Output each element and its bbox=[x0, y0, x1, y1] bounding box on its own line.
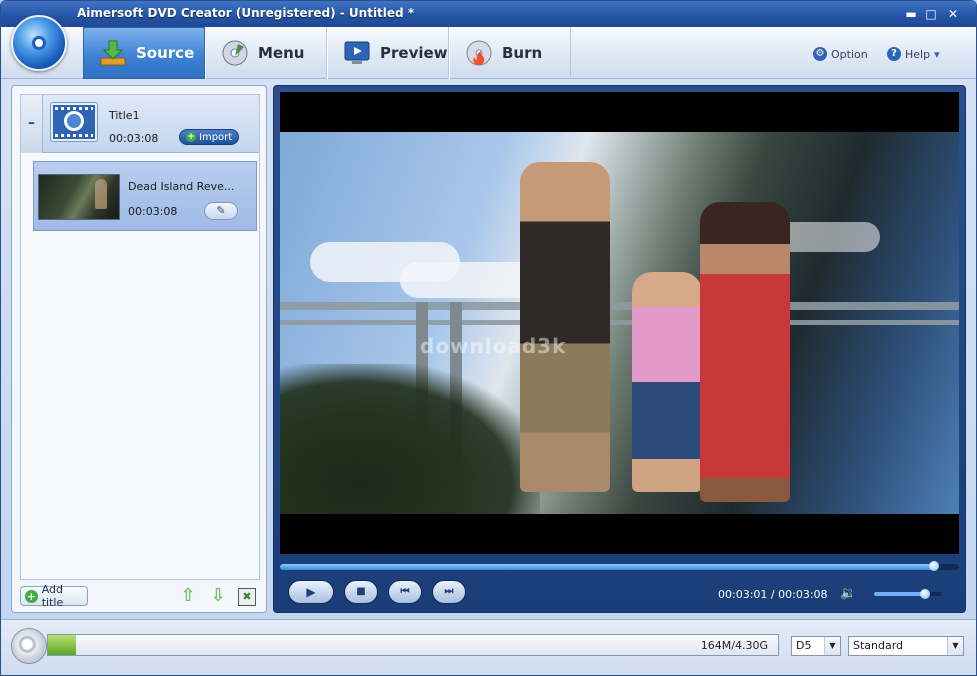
total-time: 00:03:08 bbox=[778, 588, 828, 601]
capacity-fill bbox=[48, 635, 76, 655]
edit-button[interactable]: ✎ bbox=[204, 202, 238, 220]
title-list[interactable]: – Title1 00:03:08 + Import Dead Island R… bbox=[20, 94, 260, 580]
monitor-play-icon bbox=[342, 38, 372, 68]
pencil-icon: ✎ bbox=[216, 204, 226, 217]
clip-duration: 00:03:08 bbox=[128, 205, 178, 218]
film-reel-icon bbox=[51, 103, 97, 141]
app-logo-disc-icon[interactable] bbox=[11, 15, 67, 71]
tab-source-label: Source bbox=[136, 44, 195, 62]
title-row[interactable]: – Title1 00:03:08 + Import bbox=[21, 95, 259, 153]
title-duration: 00:03:08 bbox=[109, 132, 159, 145]
option-link[interactable]: ⚙ Option bbox=[813, 47, 868, 61]
plus-icon: + bbox=[186, 132, 196, 142]
watermark-text: download3k bbox=[420, 334, 567, 358]
tab-menu[interactable]: Menu bbox=[205, 27, 327, 79]
disc-capacity-bar: 164M/4.30G bbox=[47, 634, 779, 656]
help-link[interactable]: ? Help ▾ bbox=[887, 47, 940, 61]
maximize-button[interactable]: □ bbox=[923, 7, 939, 21]
chevron-down-icon: ▼ bbox=[947, 637, 963, 655]
next-button[interactable]: ⏭ bbox=[432, 580, 466, 604]
volume-level bbox=[874, 592, 925, 596]
plus-circle-icon: + bbox=[25, 589, 38, 603]
tab-preview[interactable]: Preview bbox=[327, 27, 449, 79]
seek-slider[interactable] bbox=[280, 561, 959, 571]
title-name: Title1 bbox=[109, 109, 140, 122]
move-up-button[interactable]: ⇧ bbox=[178, 586, 198, 606]
preview-panel: download3k ▶ ■ ⏮ ⏭ 00:03:01 / 00:03:08 🔉 bbox=[273, 85, 966, 613]
add-title-label: Add title bbox=[41, 583, 64, 609]
time-display: 00:03:01 / 00:03:08 bbox=[718, 588, 828, 601]
seek-handle[interactable] bbox=[928, 561, 939, 571]
app-window: Aimersoft DVD Creator (Unregistered) - U… bbox=[0, 0, 977, 676]
close-button[interactable]: ✕ bbox=[945, 7, 961, 21]
disc-type-value: D5 bbox=[796, 639, 812, 652]
burn-disc-icon bbox=[464, 38, 494, 68]
volume-slider[interactable] bbox=[874, 589, 942, 599]
volume-handle[interactable] bbox=[920, 589, 930, 599]
download-arrow-icon bbox=[98, 38, 128, 68]
disc-type-select[interactable]: D5 ▼ bbox=[791, 636, 841, 656]
disc-icon bbox=[11, 628, 47, 664]
gear-icon: ⚙ bbox=[813, 47, 827, 61]
previous-button[interactable]: ⏮ bbox=[388, 580, 422, 604]
add-title-button[interactable]: + Add title bbox=[20, 583, 88, 609]
delete-clip-button[interactable]: ✖ bbox=[238, 588, 256, 606]
help-label: Help bbox=[905, 47, 931, 61]
list-item-clip[interactable]: Dead Island Reve... 00:03:08 ✎ bbox=[33, 161, 257, 231]
import-button[interactable]: + Import bbox=[179, 129, 239, 145]
source-panel: – Title1 00:03:08 + Import Dead Island R… bbox=[11, 85, 267, 613]
clip-name: Dead Island Reve... bbox=[128, 180, 235, 193]
main-toolbar: Source Menu Preview Burn ⚙ Option ? Help… bbox=[1, 27, 976, 79]
current-time: 00:03:01 bbox=[718, 588, 768, 601]
clip-thumbnail bbox=[38, 174, 120, 220]
window-title: Aimersoft DVD Creator (Unregistered) - U… bbox=[77, 6, 415, 20]
collapse-toggle[interactable]: – bbox=[21, 95, 43, 153]
move-down-button[interactable]: ⇩ bbox=[208, 586, 228, 606]
video-scene-image: download3k bbox=[280, 132, 959, 514]
time-separator: / bbox=[770, 588, 775, 601]
chevron-down-icon: ▼ bbox=[824, 637, 840, 655]
video-frame[interactable]: download3k bbox=[280, 92, 959, 554]
tab-burn-label: Burn bbox=[502, 44, 543, 62]
option-label: Option bbox=[831, 47, 868, 61]
seek-progress bbox=[280, 564, 934, 570]
status-bar: 164M/4.30G D5 ▼ Standard ▼ bbox=[1, 619, 976, 675]
tab-menu-label: Menu bbox=[258, 44, 305, 62]
tab-source[interactable]: Source bbox=[83, 27, 205, 79]
import-label: Import bbox=[199, 131, 233, 143]
volume-icon[interactable]: 🔉 bbox=[840, 586, 856, 601]
quality-select[interactable]: Standard ▼ bbox=[848, 636, 964, 656]
stop-button[interactable]: ■ bbox=[344, 580, 378, 604]
tab-preview-label: Preview bbox=[380, 44, 448, 62]
tab-burn[interactable]: Burn bbox=[449, 27, 571, 79]
minimize-button[interactable]: ▬ bbox=[903, 7, 919, 21]
disc-menu-icon bbox=[220, 38, 250, 68]
quality-value: Standard bbox=[853, 639, 904, 652]
title-bar: Aimersoft DVD Creator (Unregistered) - U… bbox=[1, 1, 976, 27]
question-icon: ? bbox=[887, 47, 901, 61]
chevron-down-icon: ▾ bbox=[934, 47, 940, 61]
capacity-text: 164M/4.30G bbox=[700, 639, 768, 652]
play-button[interactable]: ▶ bbox=[288, 580, 334, 604]
